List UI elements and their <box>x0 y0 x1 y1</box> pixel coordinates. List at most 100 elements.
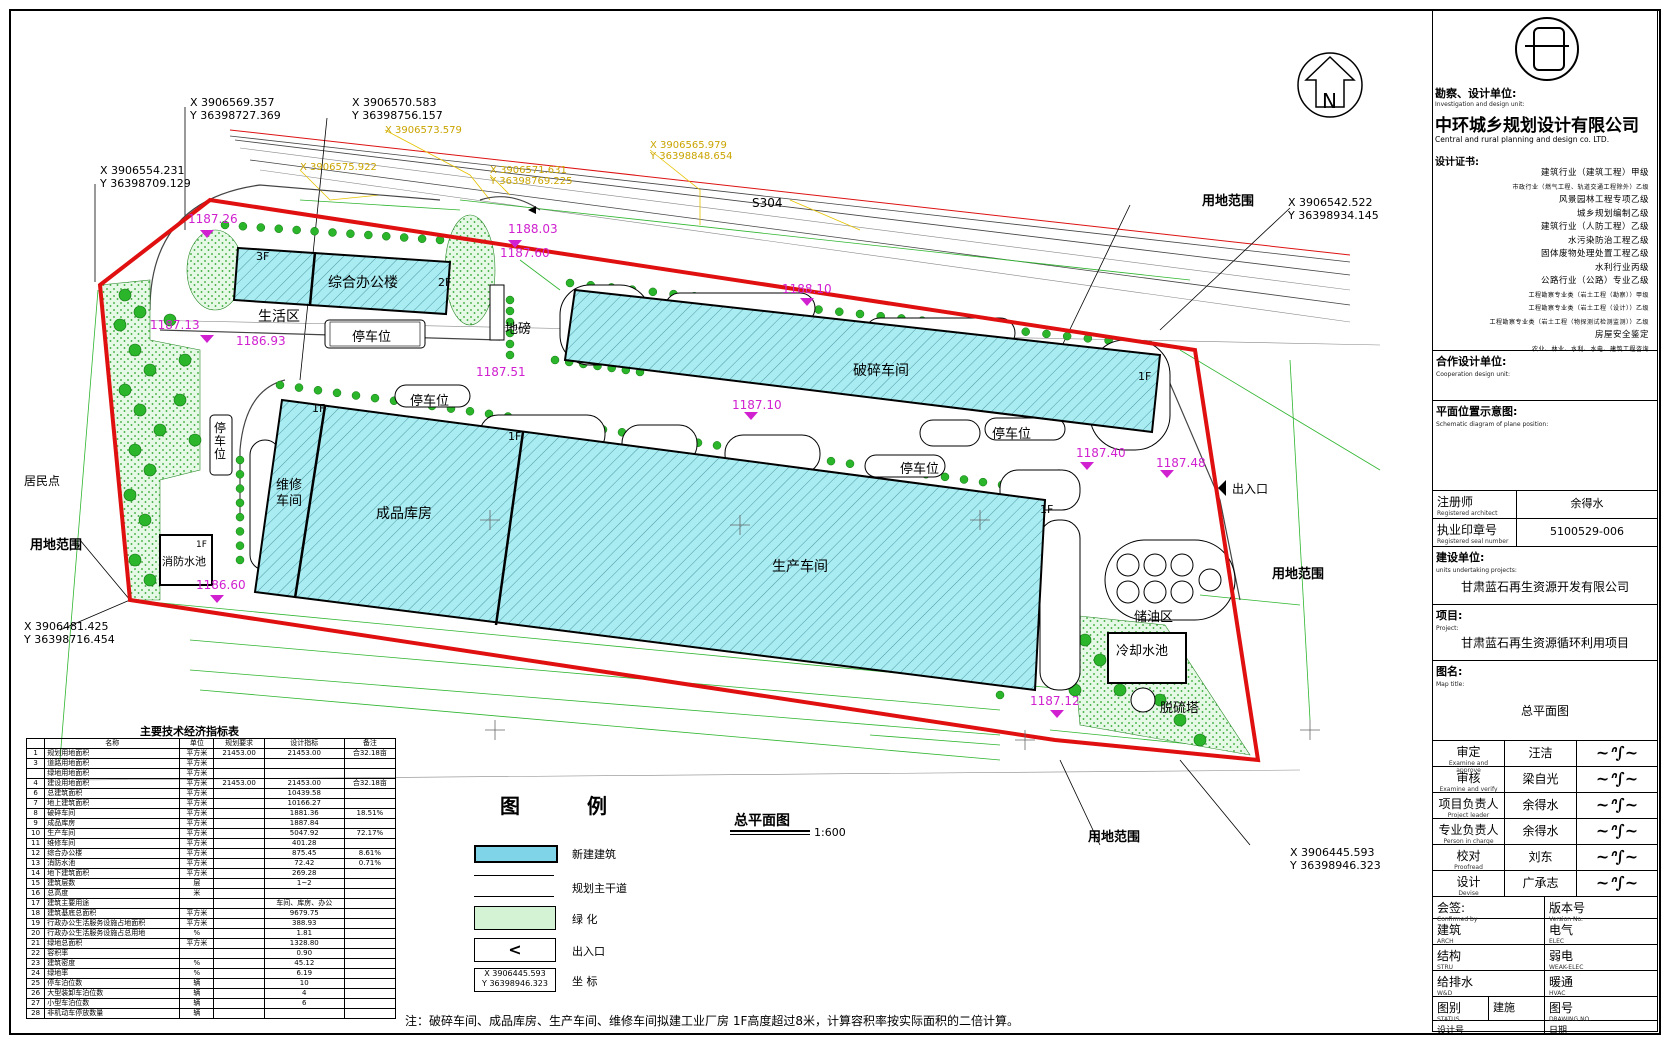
elev-6: 1188.10 <box>782 282 832 296</box>
cert-list: 建筑行业（建筑工程）甲级 市政行业（燃气工程、轨道交通工程除外）乙级 风景园林工程专… <box>1473 167 1659 356</box>
sign-row: 会签: Confirmed by 版本号 Version No. <box>1433 897 1657 923</box>
eco-table-cell: 消防水池 <box>44 858 181 869</box>
discipline-row: 结构 STRU 弱电 WEAK-ELEC <box>1433 945 1657 971</box>
hedge-tree <box>505 306 515 316</box>
yellow-leaders <box>299 129 861 231</box>
elev-1: 1187.26 <box>188 212 238 226</box>
eco-table-cell: 21453.00 <box>213 748 265 759</box>
hedge-tree <box>275 380 285 390</box>
north-label: N <box>1322 89 1337 113</box>
elev-4: 1187.13 <box>150 318 200 332</box>
eco-table-cell: 建设用地面积 <box>44 778 181 789</box>
maintenance-label: 维修 车间 <box>276 478 303 509</box>
eco-table-cell <box>213 808 265 819</box>
eco-table-cell: 建筑基底总面积 <box>44 908 181 919</box>
eco-table-cell <box>213 888 265 899</box>
eco-table-row: 22 容积率 0.90 <box>25 948 397 959</box>
eco-table-cell <box>213 818 265 829</box>
eco-table-cell <box>213 758 265 769</box>
eco-table-cell <box>213 908 265 919</box>
eco-table-cell: 19 <box>25 918 46 929</box>
coord-1: X 3906569.357 Y 36398727.369 <box>190 96 281 122</box>
eco-table-row: 18 建筑基底总面积 平方米 9679.75 <box>25 908 397 919</box>
eco-table-cell: 平方米 <box>179 918 215 929</box>
eco-table-cell <box>343 768 397 779</box>
discipline-table: 建筑 ARCH 电气 ELEC 结构 STRU 弱电 WEAK-ELEC 给排水 W&D 暖通 HVA… <box>1433 919 1657 997</box>
eco-table-cell <box>343 1008 397 1019</box>
eco-header-cell <box>25 738 46 749</box>
eco-table-cell: 行政办公生活服务设施占地面积 <box>44 918 181 929</box>
eco-table-cell: 388.93 <box>263 918 345 929</box>
eco-table-cell <box>213 788 265 799</box>
eco-table-cell: 26 <box>25 988 46 999</box>
hedge-tree <box>978 477 988 487</box>
eco-table-cell: 平方米 <box>179 938 215 949</box>
hedge-tree <box>505 295 515 305</box>
staff-name: 广承志 <box>1505 871 1577 896</box>
hedge-tree <box>292 225 301 235</box>
yellow-coord-3: X 3906575.922 <box>300 162 377 173</box>
eco-table-cell <box>343 978 397 989</box>
eco-table-cell <box>213 768 265 779</box>
eco-table-cell: 20 <box>25 928 46 939</box>
eco-table-cell: 建筑密度 <box>44 958 181 969</box>
map-title-label-en: Map title: <box>1436 681 1465 688</box>
hedge-tree <box>1042 329 1051 339</box>
eco-table-cell <box>343 998 397 1009</box>
eco-table-cell: 875.45 <box>263 848 345 859</box>
eco-table-cell <box>213 838 265 849</box>
eco-table-cell: 1328.80 <box>263 938 345 949</box>
plan-title: 总平面图 <box>734 813 790 829</box>
signature: ~ᐢ∫~ <box>1595 821 1639 840</box>
eco-table-cell <box>213 918 265 929</box>
yellow-coord-2: X 3906565.979 Y 36398848.654 <box>650 140 733 162</box>
eco-table-cell: 规划用地面积 <box>44 748 181 759</box>
hedge-tree <box>835 307 844 317</box>
staff-table: 审定 Examine and approve 汪洁 ~ᐢ∫~ 审核 Examine and… <box>1433 741 1657 897</box>
company-name: 中环城乡规划设计有限公司 <box>1435 116 1639 136</box>
hedge-tree <box>235 498 245 508</box>
seal-label: 执业印章号 <box>1437 523 1498 537</box>
eco-table-cell: 平方米 <box>179 838 215 849</box>
eco-table-cell <box>343 838 397 849</box>
discipline-right: 弱电 <box>1549 949 1574 963</box>
version-label: 版本号 <box>1549 901 1586 915</box>
hedge-tree <box>550 355 560 365</box>
crushing-label: 破碎车间 <box>853 363 909 379</box>
map-title-section: 图名: Map title: 总平面图 <box>1433 661 1657 741</box>
eco-table-row: 3 道路用地面积 平方米 <box>25 758 397 769</box>
eco-table-cell <box>343 878 397 889</box>
eco-table-row: 19 行政办公生活服务设施占地面积 平方米 388.93 <box>25 918 397 929</box>
eco-table-cell: 18 <box>25 908 46 919</box>
hedge-tree <box>310 227 319 236</box>
hedge-tree <box>417 234 427 243</box>
elev-10: 1187.48 <box>1156 456 1206 470</box>
eco-table-cell: 1~2 <box>263 878 345 889</box>
eco-table-cell <box>343 868 397 879</box>
eco-table-cell <box>179 948 215 959</box>
hedge-tree <box>855 309 865 319</box>
fire-pool-1f: 1F <box>196 540 207 550</box>
eco-table-cell <box>213 968 265 979</box>
legend-swatch-road <box>474 875 554 897</box>
legend-title: 图 例 <box>500 794 637 818</box>
cert-item: 水污染防治工程乙级 <box>1567 235 1649 246</box>
parking-label-1: 停车位 <box>352 330 392 345</box>
eco-table-cell <box>343 758 397 769</box>
eco-table-cell <box>213 1008 265 1019</box>
parking-label-3: 停车位 <box>992 427 1032 442</box>
eco-table-cell: 生产车间 <box>44 828 181 839</box>
hedge-tree <box>238 222 248 231</box>
legend-entrance-icon: < <box>474 938 556 962</box>
architect-label-en: Registered architect <box>1437 510 1498 517</box>
eco-table-row: 绿地用地面积 平方米 <box>25 768 397 779</box>
eco-table-cell: 绿地总面积 <box>44 938 181 949</box>
eco-table-cell <box>25 768 46 779</box>
eco-table-cell: 21453.00 <box>263 748 345 759</box>
living-area-label: 生活区 <box>258 309 300 325</box>
sign-label: 会签: <box>1437 901 1466 915</box>
eco-table-cell: 18.51% <box>343 808 397 819</box>
road-label: S304 <box>752 196 783 210</box>
hedge-tree <box>235 541 245 550</box>
project-section: 项目: Project: 甘肃蓝石再生资源循环利用项目 <box>1433 605 1657 661</box>
